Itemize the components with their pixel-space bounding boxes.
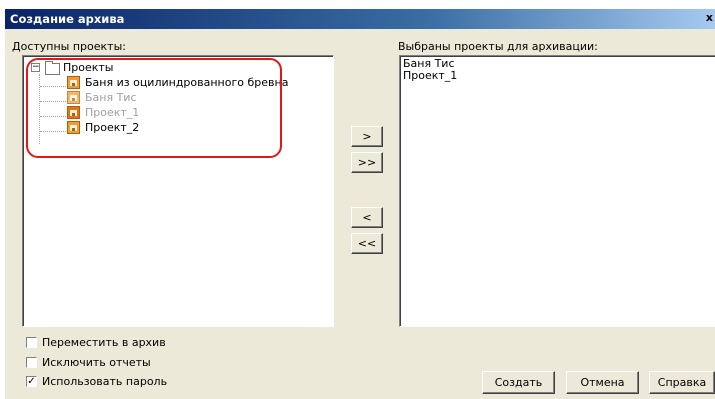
checkbox-label: Исключить отчеты — [42, 356, 151, 369]
checkbox-label: Переместить в архив — [42, 336, 166, 349]
checkbox-box[interactable] — [26, 357, 37, 368]
cancel-button[interactable]: Отмена — [566, 371, 639, 394]
available-projects-label: Доступны проекты: — [12, 40, 126, 53]
selected-projects-list[interactable]: Баня Тис Проект_1 — [399, 55, 715, 327]
title-bar: Создание архива x — [5, 9, 715, 29]
checkbox-label: Использовать пароль — [42, 375, 168, 388]
window-title: Создание архива — [10, 12, 125, 26]
red-highlight-annotation — [26, 58, 282, 158]
checkbox-box[interactable]: ✓ — [26, 376, 37, 387]
list-item[interactable]: Проект_1 — [403, 70, 457, 82]
remove-selected-button[interactable]: < — [351, 207, 383, 228]
add-all-button[interactable]: >> — [351, 152, 383, 173]
move-to-archive-checkbox[interactable]: Переместить в архив — [26, 336, 226, 350]
checkbox-box[interactable] — [26, 337, 37, 348]
use-password-checkbox[interactable]: ✓ Использовать пароль — [26, 375, 226, 389]
close-icon[interactable]: x — [706, 11, 713, 24]
create-archive-dialog: Создание архива x Доступны проекты: − Пр… — [5, 9, 715, 399]
selected-projects-label: Выбраны проекты для архивации: — [398, 40, 598, 53]
remove-all-button[interactable]: << — [351, 233, 383, 254]
add-selected-button[interactable]: > — [351, 126, 383, 147]
help-button[interactable]: Справка — [649, 371, 715, 394]
create-button[interactable]: Создать — [482, 371, 555, 394]
exclude-reports-checkbox[interactable]: Исключить отчеты — [26, 356, 226, 370]
